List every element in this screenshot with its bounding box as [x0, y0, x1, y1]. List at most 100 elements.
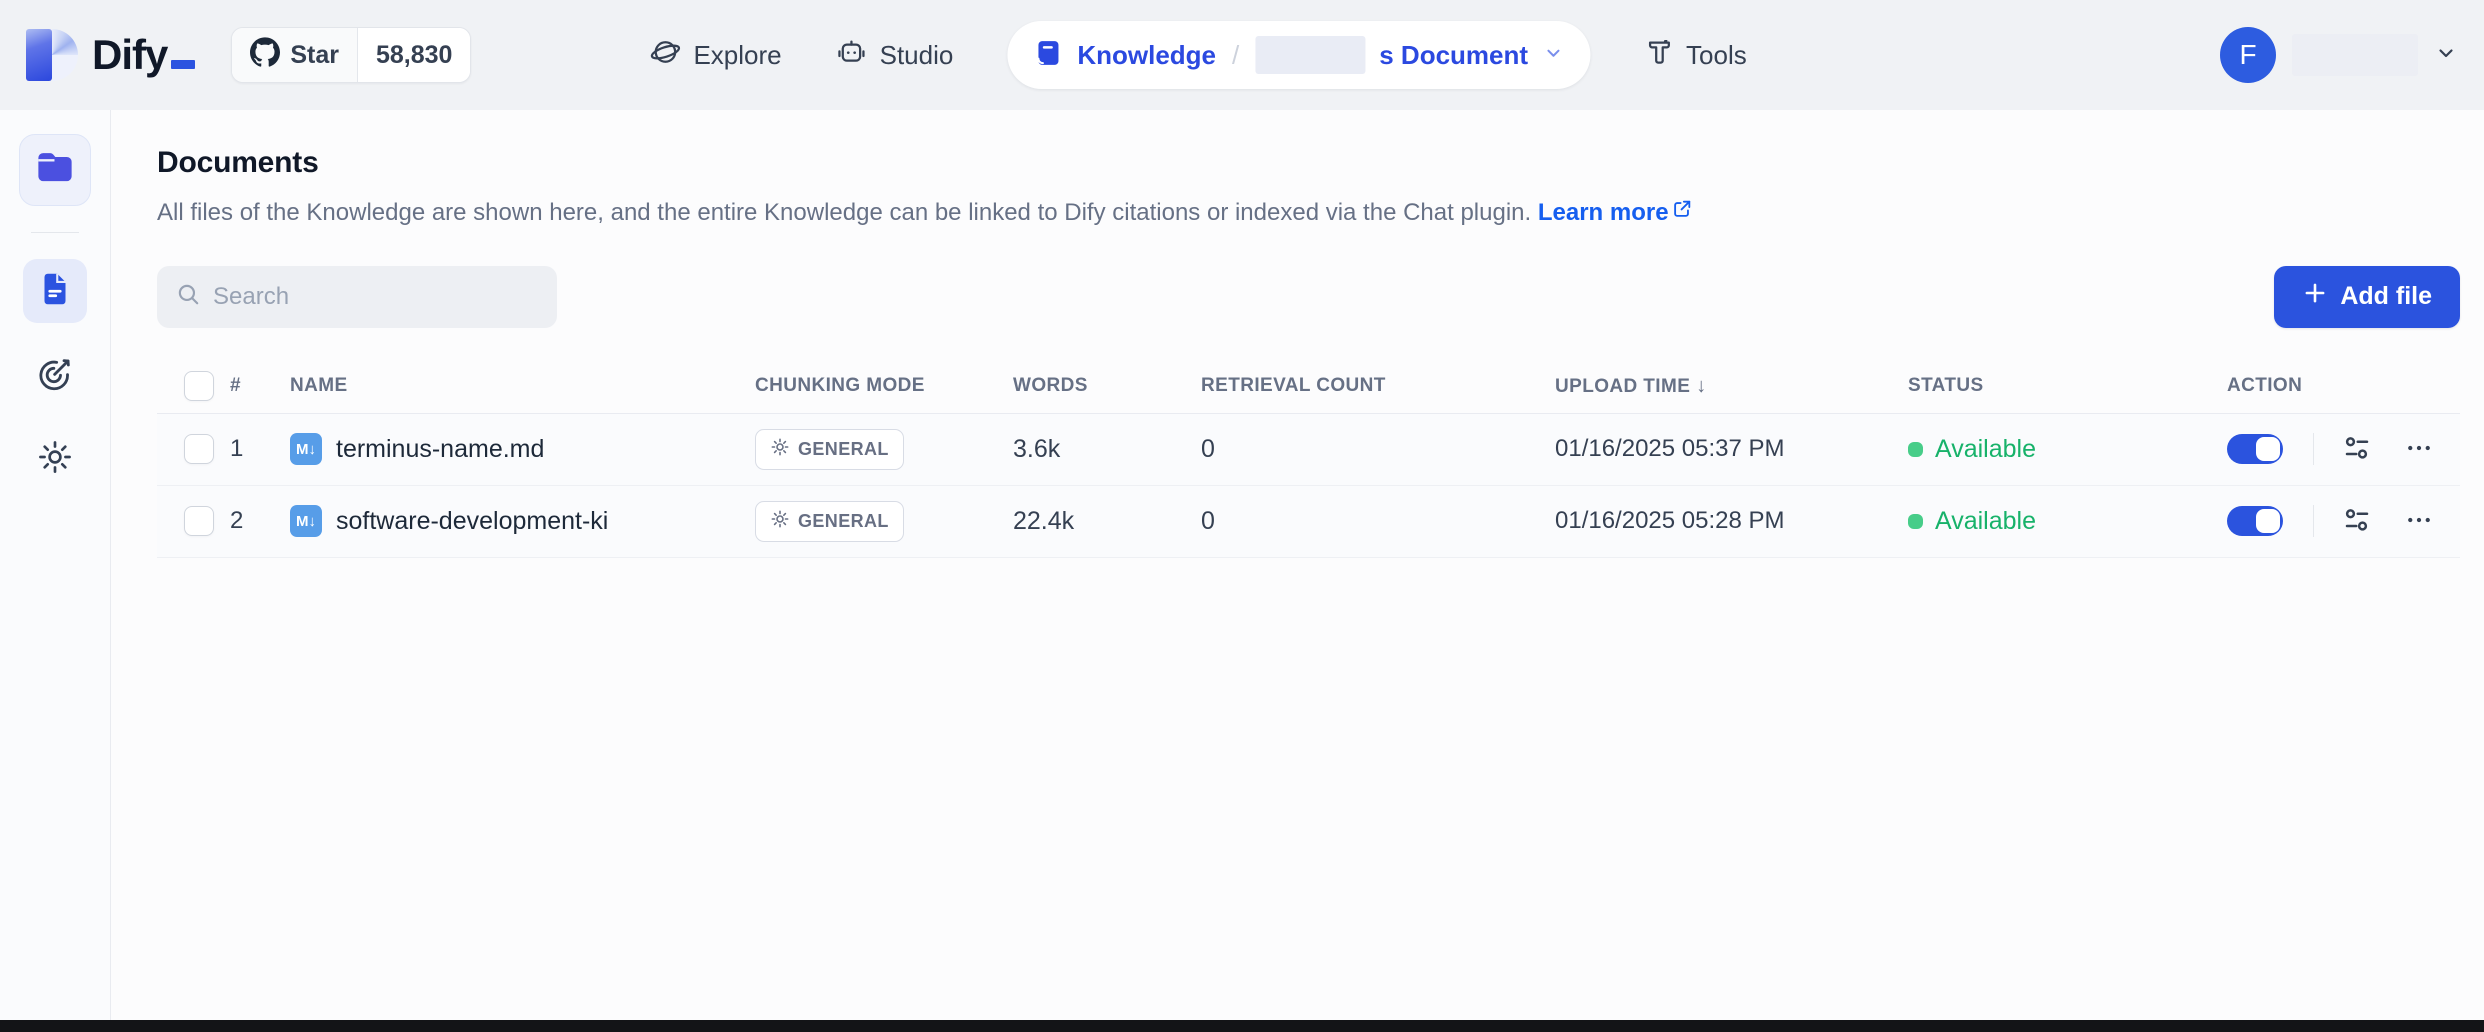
- nav-studio-label: Studio: [879, 39, 954, 70]
- top-nav: Dify Star 58,830 Explore Studio Knowledg…: [0, 0, 2484, 110]
- external-link-icon: [1671, 196, 1693, 230]
- table-body: 1 M↓ terminus-name.md GENERAL 3.6k 0 01/…: [157, 413, 2460, 558]
- breadcrumb-separator: /: [1232, 39, 1240, 70]
- sidebar-knowledge-base-tile[interactable]: [19, 134, 91, 206]
- upload-time: 01/16/2025 05:28 PM: [1555, 507, 1785, 535]
- status-dot-icon: [1908, 441, 1923, 457]
- action-divider: [2313, 433, 2314, 466]
- account-chevron-down-icon[interactable]: [2434, 41, 2458, 70]
- column-header-name: NAME: [290, 375, 348, 397]
- planet-icon: [649, 36, 681, 75]
- sidebar-item-settings[interactable]: [23, 427, 87, 491]
- page-description-text: All files of the Knowledge are shown her…: [157, 199, 1532, 226]
- sliders-icon: [2342, 505, 2372, 538]
- toggle-knob: [2256, 509, 2280, 534]
- github-star-button[interactable]: Star 58,830: [231, 27, 472, 83]
- column-header-words: WORDS: [1013, 375, 1088, 397]
- table-row[interactable]: 2 M↓ software-development-ki GENERAL 22.…: [157, 485, 2460, 558]
- page-description: All files of the Knowledge are shown her…: [157, 196, 2460, 230]
- upload-time: 01/16/2025 05:37 PM: [1555, 435, 1785, 463]
- nav-studio[interactable]: Studio: [836, 36, 954, 75]
- chunk-gear-icon: [770, 509, 790, 534]
- chunking-mode-label: GENERAL: [798, 438, 889, 459]
- chevron-down-icon[interactable]: [1542, 42, 1564, 69]
- chunk-gear-icon: [770, 437, 790, 462]
- row-index: 2: [230, 507, 244, 535]
- retrieval-count: 0: [1201, 434, 1215, 463]
- column-header-upload-time[interactable]: UPLOAD TIME ↓: [1555, 375, 1908, 398]
- robot-icon: [836, 36, 868, 75]
- plus-icon: [2302, 280, 2328, 313]
- add-file-button[interactable]: Add file: [2274, 265, 2460, 328]
- gear-icon: [36, 438, 74, 481]
- file-name[interactable]: software-development-ki: [336, 507, 608, 536]
- breadcrumb-knowledge[interactable]: Knowledge: [1077, 40, 1216, 71]
- table-header-row: # NAME CHUNKING MODE WORDS RETRIEVAL COU…: [157, 360, 2460, 414]
- nav-tools-label: Tools: [1686, 39, 1747, 70]
- dify-app: Dify Star 58,830 Explore Studio Knowledg…: [0, 0, 2484, 1032]
- chunking-mode-badge: GENERAL: [755, 500, 904, 542]
- learn-more-label: Learn more: [1537, 199, 1669, 226]
- row-checkbox[interactable]: [184, 434, 214, 465]
- dify-logo-text: Dify: [92, 31, 196, 79]
- nav-explore[interactable]: Explore: [649, 36, 782, 75]
- dify-logo[interactable]: Dify: [26, 29, 196, 81]
- star-count: 58,830: [357, 28, 471, 82]
- redacted-account-name: [2292, 34, 2418, 76]
- markdown-file-icon: M↓: [290, 505, 322, 538]
- row-checkbox[interactable]: [184, 506, 214, 537]
- add-file-label: Add file: [2340, 282, 2432, 311]
- status-dot-icon: [1908, 513, 1923, 529]
- learn-more-link[interactable]: Learn more: [1538, 196, 1693, 230]
- documents-toolbar: Add file: [157, 265, 2460, 328]
- enable-toggle[interactable]: [2227, 434, 2283, 465]
- chunking-mode-label: GENERAL: [798, 510, 889, 531]
- document-icon: [37, 271, 73, 312]
- documents-page: Documents All files of the Knowledge are…: [111, 110, 2484, 1032]
- dify-logo-icon: [26, 29, 78, 81]
- table-row[interactable]: 1 M↓ terminus-name.md GENERAL 3.6k 0 01/…: [157, 413, 2460, 486]
- knowledge-sidebar: [0, 110, 111, 1032]
- knowledge-breadcrumb-pill[interactable]: Knowledge / s Document: [1007, 21, 1591, 89]
- logo-underscore: [171, 60, 196, 69]
- nav-tools[interactable]: Tools: [1644, 37, 1747, 74]
- search-box[interactable]: [157, 265, 557, 328]
- sidebar-divider: [31, 232, 79, 233]
- documents-table: # NAME CHUNKING MODE WORDS RETRIEVAL COU…: [157, 360, 2460, 558]
- chunking-mode-badge: GENERAL: [755, 428, 904, 470]
- action-divider: [2313, 505, 2314, 538]
- sidebar-item-hit-testing[interactable]: [23, 343, 87, 407]
- book-icon: [1033, 38, 1063, 73]
- avatar[interactable]: F: [2220, 27, 2276, 83]
- words-count: 3.6k: [1013, 434, 1061, 463]
- search-input[interactable]: [213, 282, 539, 311]
- enable-toggle[interactable]: [2227, 506, 2283, 537]
- github-icon: [250, 36, 281, 74]
- document-settings-button[interactable]: [2338, 429, 2376, 470]
- upload-time-label: UPLOAD TIME: [1555, 375, 1691, 397]
- row-index: 1: [230, 435, 244, 463]
- file-name[interactable]: terminus-name.md: [336, 435, 544, 464]
- sort-desc-icon[interactable]: ↓: [1696, 375, 1706, 397]
- status-text: Available: [1935, 506, 2037, 535]
- sidebar-item-documents[interactable]: [23, 259, 87, 323]
- page-title: Documents: [157, 146, 319, 179]
- breadcrumb-current-document[interactable]: s Document: [1379, 40, 1528, 71]
- toggle-knob: [2256, 437, 2280, 462]
- folder-icon: [34, 147, 76, 194]
- status-badge: Available: [1908, 507, 2227, 536]
- ellipsis-icon: [2404, 505, 2434, 538]
- nav-explore-label: Explore: [693, 39, 782, 70]
- ellipsis-icon: [2404, 433, 2434, 466]
- account-area[interactable]: F: [2220, 27, 2458, 83]
- document-settings-button[interactable]: [2338, 501, 2376, 542]
- more-actions-button[interactable]: [2400, 429, 2438, 470]
- column-header-chunking-mode: CHUNKING MODE: [755, 375, 925, 397]
- column-header-status: STATUS: [1908, 375, 1984, 397]
- more-actions-button[interactable]: [2400, 501, 2438, 542]
- tools-hammer-icon: [1644, 37, 1674, 74]
- status-text: Available: [1935, 434, 2037, 463]
- column-header-index: #: [230, 375, 241, 397]
- redacted-knowledge-name: [1255, 36, 1366, 74]
- select-all-checkbox[interactable]: [184, 371, 214, 402]
